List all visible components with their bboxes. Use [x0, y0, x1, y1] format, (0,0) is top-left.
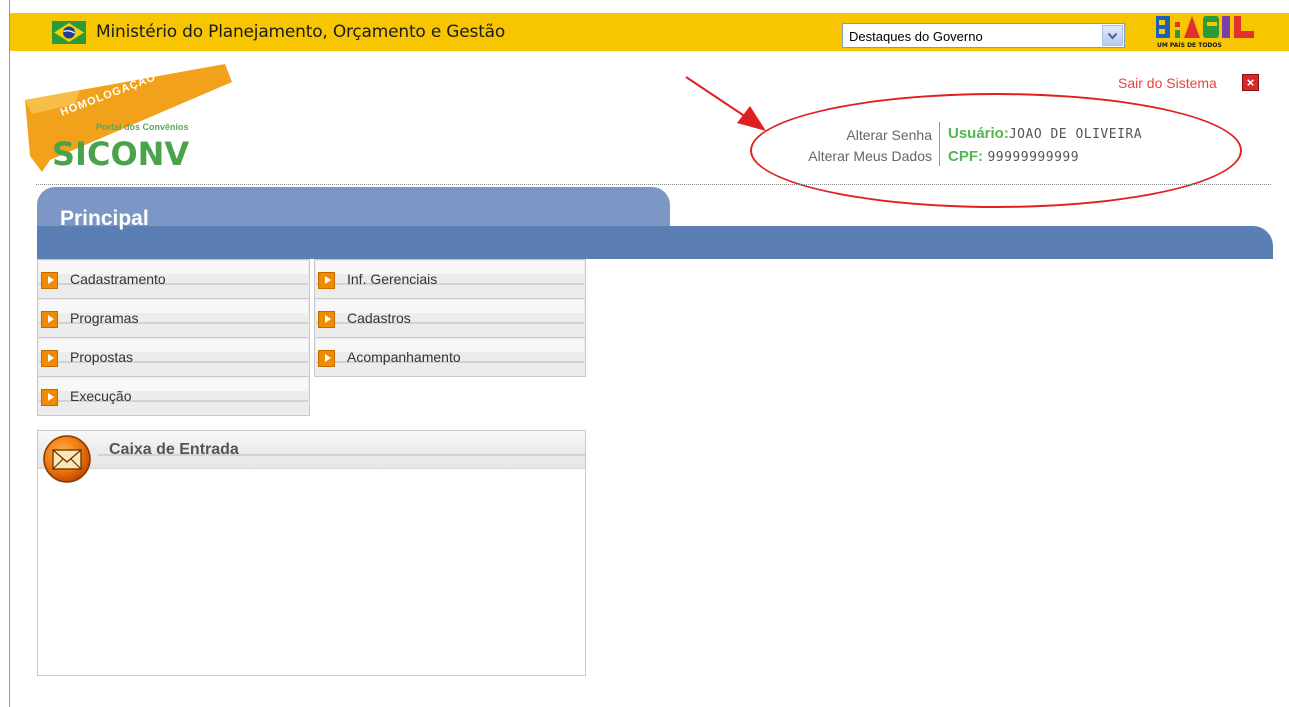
menu-item-inf-gerenciais[interactable]: Inf. Gerenciais	[314, 259, 586, 299]
siconv-wordmark: SICONV	[52, 135, 189, 173]
brazil-flag-icon	[52, 21, 86, 44]
portal-subtitle: Portal dos Convênios	[96, 122, 189, 132]
arrow-right-icon	[318, 272, 335, 289]
menu-item-propostas[interactable]: Propostas	[37, 337, 310, 377]
left-border	[9, 0, 10, 707]
brasil-logo[interactable]: UM PAÍS DE TODOS	[1145, 14, 1275, 50]
envelope-icon	[43, 435, 91, 483]
arrow-right-icon	[41, 350, 58, 367]
close-icon[interactable]: ×	[1242, 74, 1259, 91]
menu-item-cadastramento[interactable]: Cadastramento	[37, 259, 310, 299]
inbox-panel: Caixa de Entrada	[37, 430, 586, 676]
menu-item-programas[interactable]: Programas	[37, 298, 310, 338]
menu-item-label: Cadastramento	[70, 271, 166, 287]
principal-band	[37, 226, 1273, 259]
arrow-right-icon	[318, 311, 335, 328]
government-bar: Ministério do Planejamento, Orçamento e …	[10, 13, 1289, 51]
tab-principal-label: Principal	[60, 207, 149, 230]
brasil-logo-slogan: UM PAÍS DE TODOS	[1157, 41, 1222, 49]
arrow-right-icon	[41, 272, 58, 289]
menu-item-label: Programas	[70, 310, 139, 326]
highlights-select-value: Destaques do Governo	[849, 29, 983, 44]
arrow-right-icon	[41, 311, 58, 328]
arrow-right-icon	[318, 350, 335, 367]
chevron-down-icon[interactable]	[1102, 25, 1123, 46]
menu-item-label: Inf. Gerenciais	[347, 271, 438, 287]
menu-item-label: Execução	[70, 388, 132, 404]
menu-item-label: Propostas	[70, 349, 134, 365]
header-divider	[36, 184, 1271, 185]
annotation-arrow	[685, 76, 766, 131]
ministry-title[interactable]: Ministério do Planejamento, Orçamento e …	[96, 22, 505, 42]
highlights-select[interactable]: Destaques do Governo	[842, 23, 1125, 48]
inbox-header[interactable]: Caixa de Entrada	[38, 431, 585, 469]
menu-item-label: Cadastros	[347, 310, 411, 326]
inbox-title: Caixa de Entrada	[109, 441, 239, 458]
arrow-right-icon	[41, 389, 58, 406]
annotation-oval	[750, 93, 1242, 208]
menu-item-execucao[interactable]: Execução	[37, 376, 310, 416]
menu-item-label: Acompanhamento	[347, 349, 461, 365]
siconv-logo[interactable]: HOMOLOGAÇÃO Portal dos Convênios SICONV	[20, 60, 235, 180]
logout-link[interactable]: Sair do Sistema	[1118, 75, 1217, 91]
menu-item-acompanhamento[interactable]: Acompanhamento	[314, 337, 586, 377]
menu-item-cadastros[interactable]: Cadastros	[314, 298, 586, 338]
